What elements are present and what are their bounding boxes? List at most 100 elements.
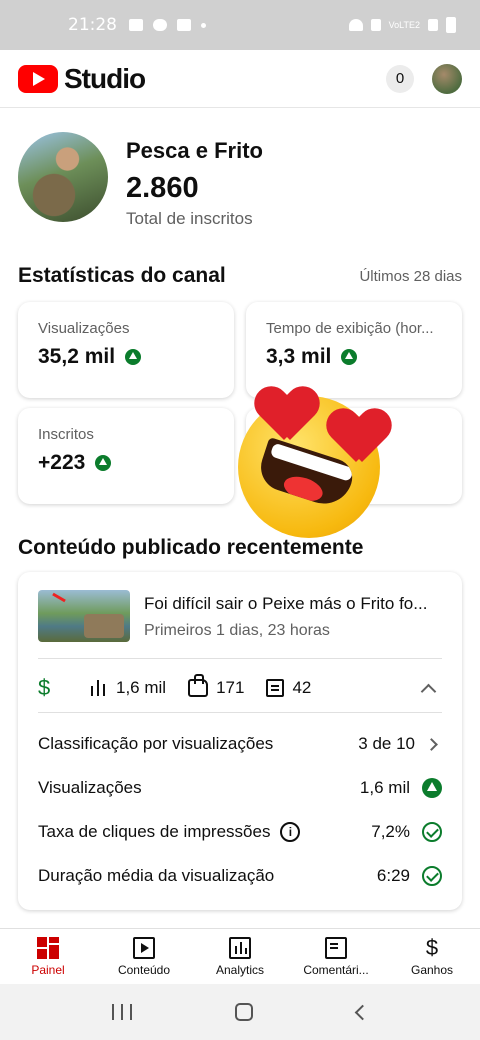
detail-value: 6:29 bbox=[376, 866, 410, 885]
back-icon[interactable] bbox=[354, 1004, 371, 1020]
stat-label: Inscritos bbox=[38, 426, 94, 443]
stat-value-row: 35,2 mil bbox=[38, 345, 214, 369]
detail-value: 3 de 10 bbox=[358, 734, 415, 753]
nav-item-content[interactable]: Conteúdo bbox=[96, 929, 192, 984]
nav-item-analytics[interactable]: Analytics bbox=[192, 929, 288, 984]
likes-metric: 171 bbox=[188, 674, 245, 698]
divider bbox=[38, 658, 442, 659]
stat-value: +223 bbox=[38, 451, 86, 474]
comments-icon bbox=[325, 936, 347, 959]
channel-summary: Pesca e Frito 2.860 Total de inscritos bbox=[18, 132, 263, 229]
monetization-icon: $ bbox=[38, 675, 51, 700]
detail-label: Taxa de cliques de impressões bbox=[38, 822, 271, 841]
likes-value: 171 bbox=[216, 678, 245, 697]
chevron-right-icon[interactable] bbox=[425, 737, 438, 751]
bag-icon bbox=[177, 19, 191, 31]
stats-title: Estatísticas do canal bbox=[18, 264, 226, 287]
arrow-up-icon bbox=[95, 455, 112, 471]
nav-item-dashboard[interactable]: Painel bbox=[0, 929, 96, 984]
check-circle-icon bbox=[422, 822, 442, 842]
bar-chart-icon bbox=[90, 680, 108, 696]
gallery-icon bbox=[129, 19, 143, 31]
heart-icon bbox=[256, 388, 318, 444]
stat-value: 3,3 mil bbox=[266, 345, 332, 368]
stat-label: Tempo de exibição (hor... bbox=[266, 320, 434, 337]
stat-value: 35,2 mil bbox=[38, 345, 116, 368]
detail-row-views: Visualizações 1,6 mil bbox=[38, 773, 442, 803]
channel-name: Pesca e Frito bbox=[126, 138, 263, 163]
studio-logo[interactable]: Studio bbox=[18, 62, 146, 95]
status-bar: 21:28 VoLTE2 bbox=[0, 0, 480, 50]
video-age: Primeiros 1 dias, 23 horas bbox=[144, 622, 330, 639]
detail-value: 7,2% bbox=[371, 822, 410, 841]
nav-label: Analytics bbox=[215, 962, 265, 977]
youtube-logo-icon bbox=[18, 64, 58, 93]
recent-apps-icon[interactable] bbox=[111, 1004, 132, 1020]
video-thumbnail[interactable] bbox=[38, 590, 130, 642]
account-avatar[interactable] bbox=[432, 63, 462, 94]
nav-item-earn[interactable]: $ Ganhos bbox=[384, 929, 480, 984]
channel-info: Pesca e Frito 2.860 Total de inscritos bbox=[126, 138, 263, 229]
dollar-icon: $ bbox=[425, 934, 439, 960]
system-nav-bar bbox=[0, 984, 480, 1040]
stat-card-views[interactable]: Visualizações 35,2 mil bbox=[18, 302, 234, 398]
collapse-chevron-icon[interactable] bbox=[420, 683, 437, 699]
notifications-button[interactable]: 0 bbox=[386, 64, 414, 93]
app-header: Studio 0 bbox=[0, 50, 480, 108]
arrow-up-icon bbox=[422, 778, 442, 798]
status-left-icons bbox=[129, 19, 206, 31]
detail-row-ctr: Taxa de cliques de impressões i 7,2% bbox=[38, 817, 442, 847]
stat-value-row: 3,3 mil bbox=[266, 345, 442, 369]
comments-value: 42 bbox=[292, 678, 312, 697]
detail-label: Visualizações bbox=[38, 778, 142, 797]
heart-eyes-emoji-sticker bbox=[238, 388, 388, 538]
nav-label: Comentári... bbox=[303, 962, 369, 977]
recent-content-title: Conteúdo publicado recentemente bbox=[18, 536, 364, 559]
cloud-icon bbox=[153, 19, 167, 31]
nav-label: Conteúdo bbox=[117, 962, 171, 977]
video-title[interactable]: Foi difícil sair o Peixe más o Frito fo.… bbox=[144, 594, 444, 614]
info-icon[interactable]: i bbox=[280, 822, 301, 842]
detail-row-ranking[interactable]: Classificação por visualizações 3 de 10 bbox=[38, 729, 442, 759]
volte-label: VoLTE2 bbox=[388, 20, 420, 30]
signal-icon bbox=[370, 19, 381, 31]
logo-text: Studio bbox=[64, 62, 146, 94]
detail-label: Duração média da visualização bbox=[38, 866, 275, 885]
stat-card-subscribers[interactable]: Inscritos +223 bbox=[18, 408, 234, 504]
channel-avatar bbox=[18, 132, 108, 222]
nav-label: Ganhos bbox=[410, 962, 454, 977]
views-value: 1,6 mil bbox=[116, 678, 167, 697]
divider bbox=[38, 712, 442, 713]
bottom-nav: Painel Conteúdo Analytics Comentári... $… bbox=[0, 928, 480, 984]
dot-icon bbox=[201, 22, 206, 28]
wifi-icon bbox=[348, 19, 363, 31]
comments-metric: 42 bbox=[266, 678, 311, 698]
views-metric: 1,6 mil bbox=[90, 678, 166, 698]
battery-icon bbox=[446, 17, 456, 33]
comment-icon bbox=[266, 679, 285, 697]
video-text: Foi difícil sair o Peixe más o Frito fo.… bbox=[144, 590, 444, 642]
stats-period: Últimos 28 dias bbox=[359, 268, 462, 285]
home-icon[interactable] bbox=[235, 1003, 254, 1021]
thumbs-up-icon bbox=[188, 674, 209, 697]
subscriber-count: 2.860 bbox=[126, 172, 199, 204]
header-actions: 0 bbox=[386, 63, 462, 94]
stat-label: Visualizações bbox=[38, 320, 130, 337]
stat-value-row: +223 bbox=[38, 451, 214, 475]
video-header[interactable]: Foi difícil sair o Peixe más o Frito fo.… bbox=[38, 590, 444, 642]
video-library-icon bbox=[133, 936, 155, 959]
heart-icon bbox=[328, 410, 390, 466]
status-right-icons: VoLTE2 bbox=[348, 17, 456, 33]
detail-label-wrap: Taxa de cliques de impressões i bbox=[38, 822, 371, 842]
dashboard-content[interactable]: Pesca e Frito 2.860 Total de inscritos E… bbox=[0, 108, 480, 928]
dashboard-icon bbox=[37, 936, 59, 959]
detail-value: 1,6 mil bbox=[359, 778, 410, 797]
status-time: 21:28 bbox=[68, 15, 117, 35]
nav-label: Painel bbox=[31, 962, 65, 977]
video-metrics-row: $ 1,6 mil 171 42 bbox=[38, 668, 442, 708]
stat-card-watch-time[interactable]: Tempo de exibição (hor... 3,3 mil bbox=[246, 302, 462, 398]
recent-video-card[interactable]: Foi difícil sair o Peixe más o Frito fo.… bbox=[18, 572, 462, 910]
nav-item-comments[interactable]: Comentári... bbox=[288, 929, 384, 984]
arrow-up-icon bbox=[341, 349, 358, 365]
detail-label: Classificação por visualizações bbox=[38, 734, 274, 753]
